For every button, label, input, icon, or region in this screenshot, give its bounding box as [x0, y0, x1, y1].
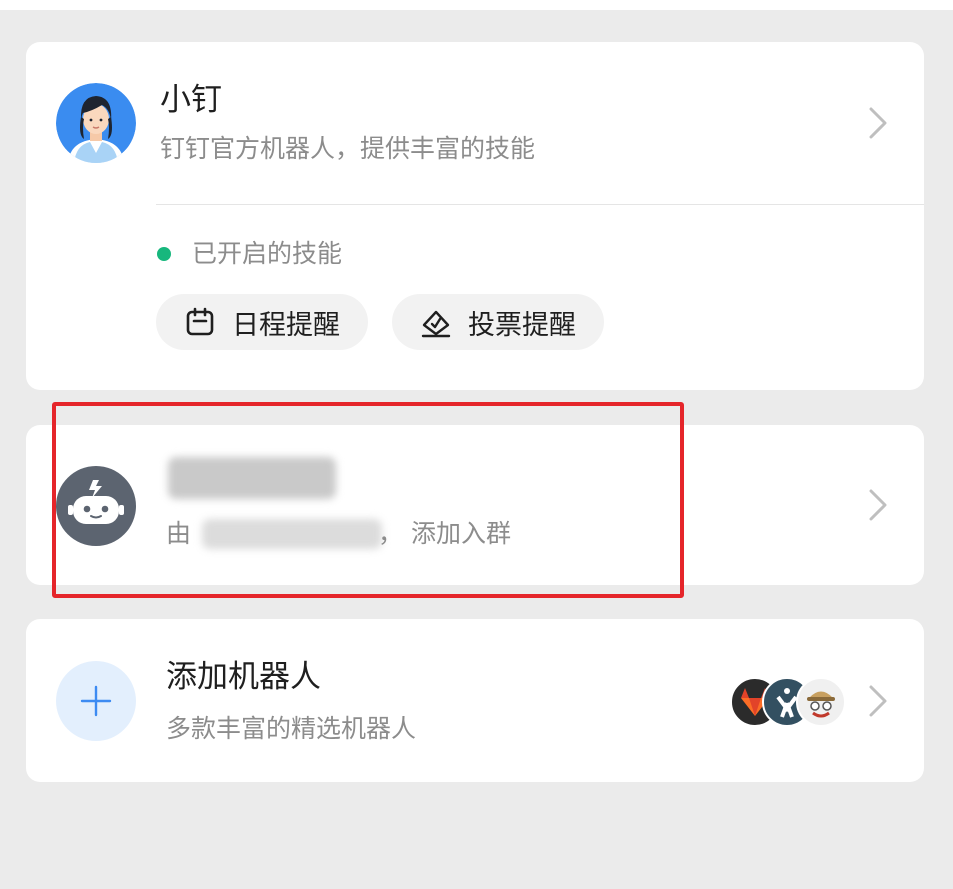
assistant-description: 钉钉官方机器人，提供丰富的技能: [160, 134, 536, 163]
vote-icon: [421, 310, 451, 338]
chevron-right-icon[interactable]: [866, 681, 890, 721]
skills-header: 已开启的技能: [192, 239, 343, 268]
assistant-avatar: [56, 83, 136, 163]
chevron-right-icon[interactable]: [866, 103, 890, 143]
assistant-name: 小钉: [160, 82, 222, 118]
top-strip: [0, 0, 953, 10]
assistant-card[interactable]: 小钉 钉钉官方机器人，提供丰富的技能 已开启的技能 日程提醒 投票提醒: [26, 42, 924, 390]
plus-icon: [80, 685, 112, 717]
add-bot-card[interactable]: 添加机器人 多款丰富的精选机器人: [26, 619, 924, 782]
skill-label: 日程提醒: [232, 309, 340, 341]
add-bot-subtitle: 多款丰富的精选机器人: [166, 714, 417, 743]
add-bot-avatar: [56, 661, 136, 741]
travis-icon: [796, 677, 846, 727]
add-bot-title: 添加机器人: [166, 659, 321, 695]
skill-chip-vote[interactable]: 投票提醒: [392, 294, 604, 350]
calendar-icon: [186, 307, 214, 336]
skill-chip-schedule[interactable]: 日程提醒: [156, 294, 368, 350]
highlight-box: [52, 402, 684, 598]
skill-label: 投票提醒: [468, 309, 576, 341]
chevron-right-icon[interactable]: [866, 485, 890, 525]
active-status-dot: [157, 247, 171, 261]
divider: [156, 204, 924, 205]
